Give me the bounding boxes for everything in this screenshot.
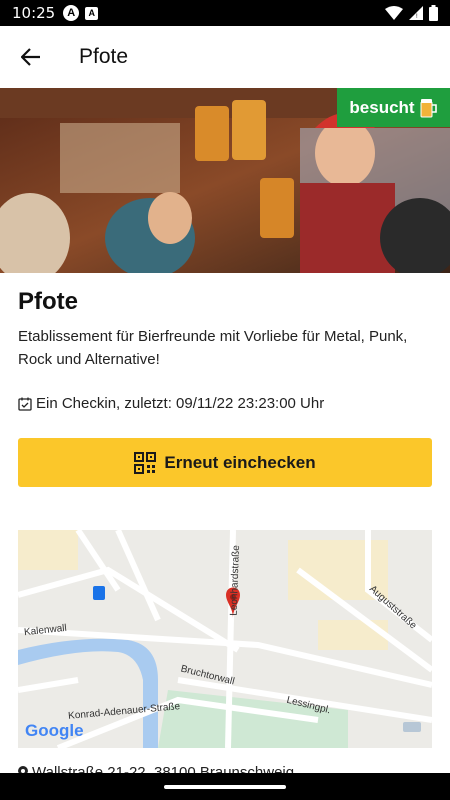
wifi-icon (385, 6, 403, 20)
place-description: Etablissement für Bierfreunde mit Vorlie… (18, 328, 408, 368)
checkin-text: Ein Checkin, zuletzt: 09/11/22 23:23:00 … (36, 395, 325, 412)
place-details: Pfote Etablissement für Bierfreunde mit … (18, 273, 432, 487)
calendar-check-icon (18, 397, 32, 411)
system-nav-bar (0, 773, 450, 800)
home-gesture-bar[interactable] (164, 784, 286, 789)
qr-code-icon (134, 451, 157, 474)
google-logo: Google (25, 721, 84, 740)
beer-mug-icon (420, 98, 437, 117)
notification-b-icon: A (85, 6, 99, 20)
status-bar: 10:25 A A ! (0, 0, 450, 26)
back-button[interactable] (0, 26, 62, 88)
arrow-back-icon (21, 48, 40, 66)
app-bar: Pfote (0, 26, 450, 88)
checkin-again-label: Erneut einchecken (164, 452, 316, 472)
checkin-info: Ein Checkin, zuletzt: 09/11/22 23:23:00 … (18, 395, 432, 412)
place-name: Pfote (18, 288, 78, 315)
signal-icon: ! (409, 6, 423, 20)
location-map[interactable]: Kalenwall Bruchtorwall Konrad-Adenauer-S… (18, 530, 432, 748)
visited-badge: besucht (337, 88, 450, 127)
page-title: Pfote (79, 45, 129, 68)
battery-icon (429, 5, 438, 21)
status-time: 10:25 (12, 4, 56, 22)
visited-badge-label: besucht (349, 97, 415, 117)
hero-image: besucht (0, 88, 450, 273)
checkin-again-button[interactable]: Erneut einchecken (18, 438, 432, 487)
notification-a-icon: A (63, 5, 80, 21)
